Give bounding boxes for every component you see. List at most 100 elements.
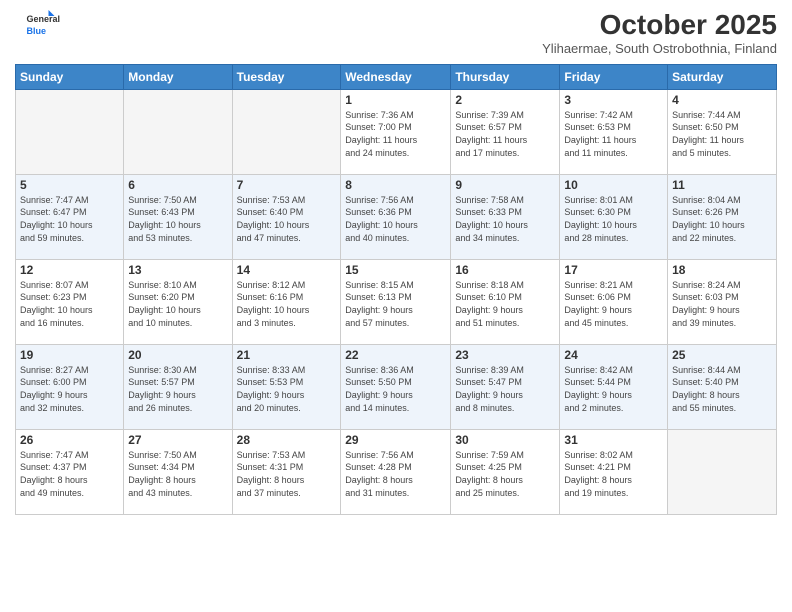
calendar-day-cell: 15 Sunrise: 8:15 AM Sunset: 6:13 PM Dayli… (341, 259, 451, 344)
calendar-day-header: Saturday (668, 64, 777, 89)
day-info: Sunrise: 8:44 AM Sunset: 5:40 PM Dayligh… (672, 364, 772, 414)
calendar-day-cell: 16 Sunrise: 8:18 AM Sunset: 6:10 PM Dayli… (451, 259, 560, 344)
day-number: 15 (345, 263, 446, 277)
day-number: 31 (564, 433, 663, 447)
day-info: Sunrise: 8:02 AM Sunset: 4:21 PM Dayligh… (564, 449, 663, 499)
day-number: 26 (20, 433, 119, 447)
day-info: Sunrise: 7:44 AM Sunset: 6:50 PM Dayligh… (672, 109, 772, 159)
calendar-day-header: Wednesday (341, 64, 451, 89)
calendar-day-header: Sunday (16, 64, 124, 89)
calendar-day-cell: 6 Sunrise: 7:50 AM Sunset: 6:43 PM Daylig… (124, 174, 232, 259)
day-number: 24 (564, 348, 663, 362)
calendar-day-cell (16, 89, 124, 174)
calendar-day-cell: 23Sunrise: 8:39 AM Sunset: 5:47 PM Dayli… (451, 344, 560, 429)
day-info: Sunrise: 7:56 AM Sunset: 6:36 PM Dayligh… (345, 194, 446, 244)
day-info: Sunrise: 7:50 AM Sunset: 6:43 PM Dayligh… (128, 194, 227, 244)
calendar-day-cell (232, 89, 341, 174)
day-info: Sunrise: 7:36 AM Sunset: 7:00 PM Dayligh… (345, 109, 446, 159)
day-info: Sunrise: 7:53 AM Sunset: 4:31 PM Dayligh… (237, 449, 337, 499)
day-number: 25 (672, 348, 772, 362)
day-info: Sunrise: 7:47 AM Sunset: 4:37 PM Dayligh… (20, 449, 119, 499)
svg-text:Blue: Blue (27, 26, 47, 36)
day-number: 16 (455, 263, 555, 277)
calendar-day-cell: 18Sunrise: 8:24 AM Sunset: 6:03 PM Dayli… (668, 259, 777, 344)
calendar-day-cell: 3 Sunrise: 7:42 AM Sunset: 6:53 PM Daylig… (560, 89, 668, 174)
location-subtitle: Ylihaermae, South Ostrobothnia, Finland (542, 41, 777, 56)
calendar-week-row: 26 Sunrise: 7:47 AM Sunset: 4:37 PM Dayli… (16, 429, 777, 514)
day-number: 13 (128, 263, 227, 277)
calendar-day-cell: 19Sunrise: 8:27 AM Sunset: 6:00 PM Dayli… (16, 344, 124, 429)
calendar-table: SundayMondayTuesdayWednesdayThursdayFrid… (15, 64, 777, 515)
logo: General Blue General Blue (15, 10, 70, 38)
calendar-day-cell: 21 Sunrise: 8:33 AM Sunset: 5:53 PM Dayli… (232, 344, 341, 429)
calendar-day-cell: 8Sunrise: 7:56 AM Sunset: 6:36 PM Daylig… (341, 174, 451, 259)
day-number: 22 (345, 348, 446, 362)
day-info: Sunrise: 7:42 AM Sunset: 6:53 PM Dayligh… (564, 109, 663, 159)
title-section: October 2025 Ylihaermae, South Ostroboth… (542, 10, 777, 56)
calendar-day-cell: 7 Sunrise: 7:53 AM Sunset: 6:40 PM Daylig… (232, 174, 341, 259)
day-number: 30 (455, 433, 555, 447)
calendar-day-cell: 27 Sunrise: 7:50 AM Sunset: 4:34 PM Dayli… (124, 429, 232, 514)
calendar-day-cell: 5Sunrise: 7:47 AM Sunset: 6:47 PM Daylig… (16, 174, 124, 259)
calendar-day-cell: 17 Sunrise: 8:21 AM Sunset: 6:06 PM Dayli… (560, 259, 668, 344)
day-number: 29 (345, 433, 446, 447)
calendar-week-row: 1 Sunrise: 7:36 AM Sunset: 7:00 PM Daylig… (16, 89, 777, 174)
day-info: Sunrise: 8:10 AM Sunset: 6:20 PM Dayligh… (128, 279, 227, 329)
calendar-day-cell: 22 Sunrise: 8:36 AM Sunset: 5:50 PM Dayli… (341, 344, 451, 429)
calendar-day-cell: 2Sunrise: 7:39 AM Sunset: 6:57 PM Daylig… (451, 89, 560, 174)
day-info: Sunrise: 7:53 AM Sunset: 6:40 PM Dayligh… (237, 194, 337, 244)
day-info: Sunrise: 8:30 AM Sunset: 5:57 PM Dayligh… (128, 364, 227, 414)
day-number: 20 (128, 348, 227, 362)
calendar-day-header: Thursday (451, 64, 560, 89)
day-info: Sunrise: 7:59 AM Sunset: 4:25 PM Dayligh… (455, 449, 555, 499)
day-info: Sunrise: 7:39 AM Sunset: 6:57 PM Dayligh… (455, 109, 555, 159)
day-number: 4 (672, 93, 772, 107)
day-number: 14 (237, 263, 337, 277)
calendar-week-row: 19Sunrise: 8:27 AM Sunset: 6:00 PM Dayli… (16, 344, 777, 429)
day-number: 3 (564, 93, 663, 107)
month-title: October 2025 (542, 10, 777, 41)
day-info: Sunrise: 8:36 AM Sunset: 5:50 PM Dayligh… (345, 364, 446, 414)
calendar-day-cell: 24 Sunrise: 8:42 AM Sunset: 5:44 PM Dayli… (560, 344, 668, 429)
calendar-day-cell (668, 429, 777, 514)
day-number: 19 (20, 348, 119, 362)
calendar-week-row: 5Sunrise: 7:47 AM Sunset: 6:47 PM Daylig… (16, 174, 777, 259)
day-info: Sunrise: 8:42 AM Sunset: 5:44 PM Dayligh… (564, 364, 663, 414)
day-info: Sunrise: 8:39 AM Sunset: 5:47 PM Dayligh… (455, 364, 555, 414)
calendar-day-cell: 14Sunrise: 8:12 AM Sunset: 6:16 PM Dayli… (232, 259, 341, 344)
calendar-day-cell: 13 Sunrise: 8:10 AM Sunset: 6:20 PM Dayli… (124, 259, 232, 344)
page-container: General Blue General Blue October 2025 Yl… (0, 0, 792, 612)
day-number: 12 (20, 263, 119, 277)
day-number: 10 (564, 178, 663, 192)
day-number: 28 (237, 433, 337, 447)
day-info: Sunrise: 8:21 AM Sunset: 6:06 PM Dayligh… (564, 279, 663, 329)
calendar-day-header: Friday (560, 64, 668, 89)
calendar-week-row: 12 Sunrise: 8:07 AM Sunset: 6:23 PM Dayli… (16, 259, 777, 344)
day-info: Sunrise: 8:01 AM Sunset: 6:30 PM Dayligh… (564, 194, 663, 244)
day-info: Sunrise: 7:50 AM Sunset: 4:34 PM Dayligh… (128, 449, 227, 499)
calendar-day-cell: 10 Sunrise: 8:01 AM Sunset: 6:30 PM Dayli… (560, 174, 668, 259)
day-info: Sunrise: 7:56 AM Sunset: 4:28 PM Dayligh… (345, 449, 446, 499)
day-number: 18 (672, 263, 772, 277)
day-info: Sunrise: 7:58 AM Sunset: 6:33 PM Dayligh… (455, 194, 555, 244)
day-number: 17 (564, 263, 663, 277)
page-header: General Blue General Blue October 2025 Yl… (15, 10, 777, 56)
day-info: Sunrise: 8:07 AM Sunset: 6:23 PM Dayligh… (20, 279, 119, 329)
day-info: Sunrise: 8:33 AM Sunset: 5:53 PM Dayligh… (237, 364, 337, 414)
logo-icon: General Blue (15, 10, 70, 38)
day-number: 7 (237, 178, 337, 192)
day-number: 11 (672, 178, 772, 192)
day-info: Sunrise: 7:47 AM Sunset: 6:47 PM Dayligh… (20, 194, 119, 244)
day-number: 27 (128, 433, 227, 447)
day-number: 21 (237, 348, 337, 362)
svg-text:General: General (27, 14, 61, 24)
calendar-day-header: Tuesday (232, 64, 341, 89)
day-info: Sunrise: 8:18 AM Sunset: 6:10 PM Dayligh… (455, 279, 555, 329)
day-number: 1 (345, 93, 446, 107)
calendar-day-cell: 20 Sunrise: 8:30 AM Sunset: 5:57 PM Dayli… (124, 344, 232, 429)
day-info: Sunrise: 8:15 AM Sunset: 6:13 PM Dayligh… (345, 279, 446, 329)
calendar-day-cell: 12 Sunrise: 8:07 AM Sunset: 6:23 PM Dayli… (16, 259, 124, 344)
calendar-day-cell: 11Sunrise: 8:04 AM Sunset: 6:26 PM Dayli… (668, 174, 777, 259)
calendar-day-cell: 30 Sunrise: 7:59 AM Sunset: 4:25 PM Dayli… (451, 429, 560, 514)
day-number: 6 (128, 178, 227, 192)
